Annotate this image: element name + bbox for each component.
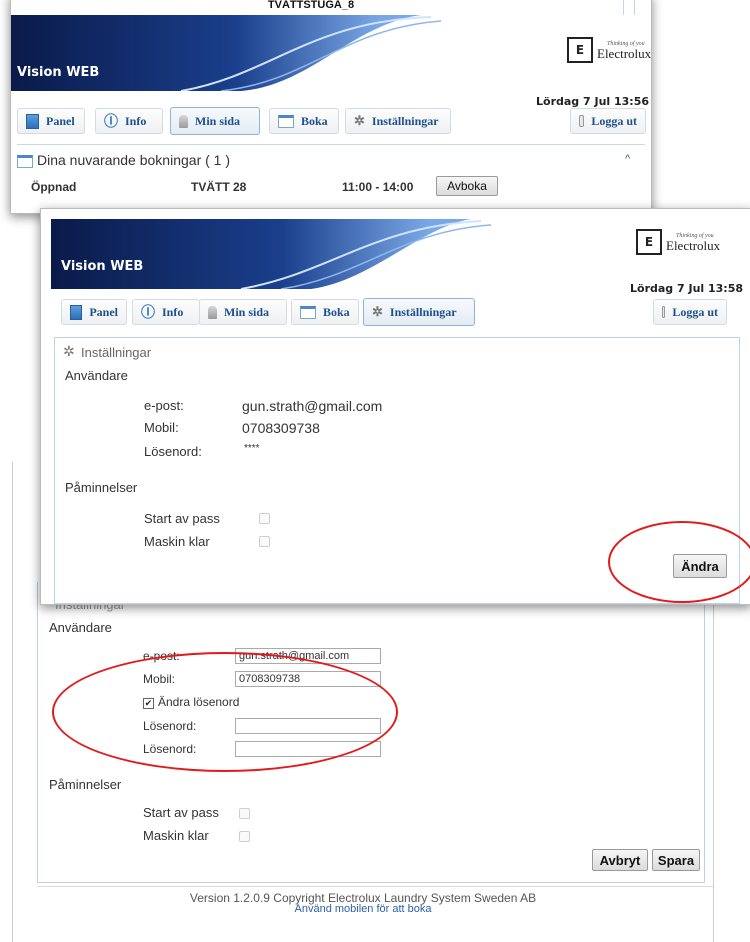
info-icon-2: Ⓘ: [141, 306, 155, 321]
collapse-chevron-icon[interactable]: ^: [625, 153, 630, 165]
date-time-2: Lördag 7 Jul 13:58: [630, 282, 744, 295]
tab-panel[interactable]: Panel: [17, 108, 85, 134]
start-of-session-checkbox-view[interactable]: [259, 513, 270, 524]
electrolux-logo-icon: E: [567, 37, 593, 63]
gear-icon-2: ✲: [372, 304, 383, 319]
booking-machine: TVÄTT 28: [191, 180, 247, 194]
tab-installningar-2[interactable]: ✲ Inställningar: [363, 298, 475, 326]
date-time: Lördag 7 Jul 13:56: [536, 95, 650, 108]
mobile-value: 0708309738: [242, 420, 320, 436]
tab-info[interactable]: Ⓘ Info: [95, 108, 163, 134]
electrolux-logo-2: E Thinking of you Electrolux: [636, 229, 720, 255]
booking-status: Öppnad: [31, 180, 77, 194]
user-heading: Användare: [65, 368, 128, 383]
bookings-divider: [17, 144, 645, 145]
user-icon: [179, 114, 188, 128]
edit-start-label: Start av pass: [143, 805, 219, 820]
edit-machine-ready-label: Maskin klar: [143, 828, 209, 843]
settings-gear-icon: ✲: [63, 343, 75, 359]
calendar-icon-2: [300, 305, 316, 319]
info-icon: Ⓘ: [104, 115, 118, 130]
banner-swoosh: [11, 15, 442, 91]
user-icon-2: [208, 305, 217, 319]
use-mobile-link[interactable]: Använd mobilen för att boka: [13, 903, 713, 915]
logout-button-2[interactable]: Logga ut: [653, 299, 727, 325]
email-label: e-post:: [144, 398, 184, 413]
tab-boka[interactable]: Boka: [269, 108, 339, 134]
tab-installningar[interactable]: ✲ Inställningar: [345, 108, 451, 134]
edit-user-heading: Användare: [49, 620, 112, 635]
tab-min-sida[interactable]: Min sida: [170, 107, 260, 135]
panel-icon: [26, 113, 39, 129]
start-of-session-checkbox[interactable]: [239, 808, 250, 819]
bookings-icon: [17, 155, 33, 168]
top-strip-title: TVÄTTSTUGA_8: [267, 0, 355, 11]
min-sida-window: TVÄTTSTUGA_8 Vision WEB E Thinking of yo…: [10, 0, 652, 214]
panel-icon-2: [70, 304, 83, 320]
tab-min-sida-2[interactable]: Min sida: [199, 299, 287, 325]
electrolux-logo-icon-2: E: [636, 229, 662, 255]
cancel-booking-button[interactable]: Avboka: [436, 176, 498, 196]
tab-info-2[interactable]: Ⓘ Info: [132, 299, 200, 325]
banner: Vision WEB E Thinking of you Electrolux: [11, 15, 651, 91]
gear-icon: ✲: [354, 113, 365, 128]
electrolux-logo: E Thinking of you Electrolux: [567, 37, 651, 63]
machine-ready-checkbox[interactable]: [239, 831, 250, 842]
password-label: Lösenord:: [144, 444, 202, 459]
cancel-button[interactable]: Avbryt: [592, 849, 648, 871]
app-title-2: Vision WEB: [61, 259, 144, 274]
tab-boka-2[interactable]: Boka: [291, 299, 359, 325]
highlight-password-ellipse: [52, 652, 398, 772]
booking-time: 11:00 - 14:00: [342, 180, 414, 194]
highlight-change-ellipse: [608, 521, 750, 603]
machine-ready-checkbox-view[interactable]: [259, 536, 270, 547]
settings-title: Inställningar: [81, 345, 152, 360]
edit-reminders-heading: Påminnelser: [49, 777, 122, 792]
save-button[interactable]: Spara: [652, 849, 700, 871]
calendar-icon: [278, 114, 294, 128]
app-title: Vision WEB: [17, 65, 100, 80]
lock-icon: [579, 115, 585, 127]
mobile-label: Mobil:: [144, 420, 179, 435]
bookings-header: Dina nuvarande bokningar ( 1 ): [37, 152, 231, 168]
machine-ready-label: Maskin klar: [144, 534, 210, 549]
reminders-heading: Påminnelser: [65, 480, 138, 495]
banner-2: Vision WEB E Thinking of you Electrolux: [41, 209, 750, 289]
lock-icon-2: [662, 306, 666, 318]
logout-button[interactable]: Logga ut: [570, 108, 646, 134]
email-value: gun.strath@gmail.com: [242, 398, 383, 414]
password-value: ****: [244, 443, 260, 454]
tab-panel-2[interactable]: Panel: [61, 299, 127, 325]
footer-divider: [37, 886, 713, 887]
start-label: Start av pass: [144, 511, 220, 526]
top-strip-scroll: [623, 0, 635, 15]
